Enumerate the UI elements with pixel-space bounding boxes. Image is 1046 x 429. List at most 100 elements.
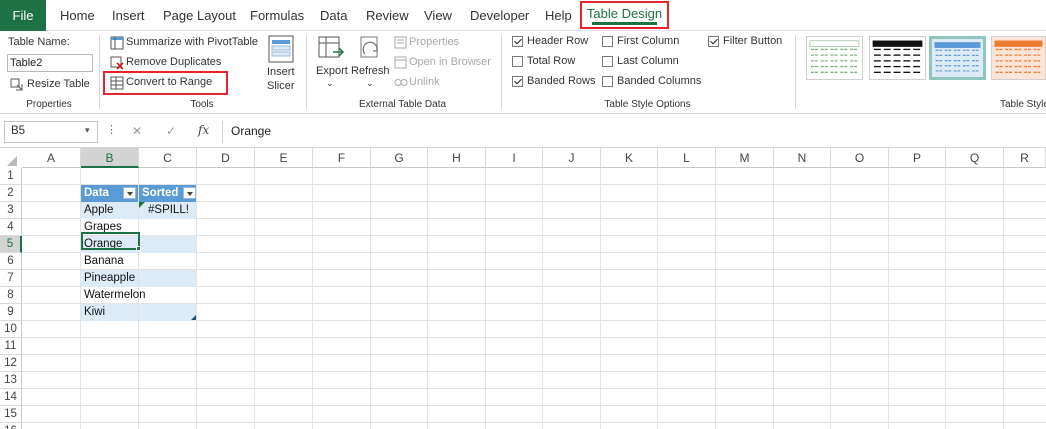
row-header-11[interactable]: 11 (0, 338, 22, 355)
row-header-8[interactable]: 8 (0, 287, 22, 304)
row-header-1[interactable]: 1 (0, 168, 22, 185)
row-header-4[interactable]: 4 (0, 219, 22, 236)
table-style-swatch-orange[interactable] (991, 36, 1046, 80)
summarize-pivottable-button[interactable]: Summarize with PivotTable (108, 34, 258, 52)
row-header-13[interactable]: 13 (0, 372, 22, 389)
table-cell-sorted[interactable] (139, 253, 196, 270)
open-in-browser-button[interactable]: Open in Browser (393, 54, 497, 72)
column-header-q[interactable]: Q (946, 148, 1004, 168)
column-header-c[interactable]: C (139, 148, 197, 168)
row-header-2[interactable]: 2 (0, 185, 22, 202)
unlink-icon (394, 79, 408, 86)
total-row-checkbox[interactable] (512, 56, 523, 67)
tab-data[interactable]: Data (320, 0, 347, 31)
chevron-down-icon[interactable]: ▾ (85, 125, 90, 136)
tab-help[interactable]: Help (545, 0, 572, 31)
table-header-sorted[interactable]: Sorted (139, 185, 196, 202)
table-cell-sorted[interactable] (139, 219, 196, 236)
banded-rows-checkbox[interactable] (512, 76, 523, 87)
column-header-p[interactable]: P (889, 148, 946, 168)
table-header-data[interactable]: Data (81, 185, 138, 202)
header-row-checkbox[interactable] (512, 36, 523, 47)
spill-error-cell[interactable]: #SPILL! (139, 202, 196, 219)
table-cell-sorted[interactable] (139, 236, 196, 253)
column-header-e[interactable]: E (255, 148, 313, 168)
column-header-h[interactable]: H (428, 148, 486, 168)
last-column-label: Last Column (617, 55, 679, 67)
more-options-icon[interactable]: ⋮ (106, 123, 117, 136)
table-cell-data[interactable]: Watermelon (81, 287, 146, 304)
column-header-k[interactable]: K (601, 148, 658, 168)
tab-formulas[interactable]: Formulas (250, 0, 304, 31)
column-header-f[interactable]: F (313, 148, 371, 168)
properties-button[interactable]: Properties (393, 34, 493, 52)
column-header-b[interactable]: B (81, 148, 139, 168)
last-column-checkbox[interactable] (602, 56, 613, 67)
table-cell-data[interactable]: Banana (81, 253, 138, 270)
gridline-horizontal (22, 405, 1046, 406)
refresh-button[interactable]: Refresh ⌄ (350, 34, 390, 92)
column-header-g[interactable]: G (371, 148, 428, 168)
column-header-o[interactable]: O (831, 148, 889, 168)
filter-button-checkbox[interactable] (708, 36, 719, 47)
tab-table-design[interactable]: Table Design (580, 1, 669, 29)
column-header-d[interactable]: D (197, 148, 255, 168)
table-style-swatch-dark[interactable] (869, 36, 926, 80)
row-header-5[interactable]: 5 (0, 236, 22, 253)
column-header-a[interactable]: A (22, 148, 81, 168)
column-header-i[interactable]: I (486, 148, 543, 168)
unlink-button[interactable]: Unlink (393, 74, 453, 92)
column-header-l[interactable]: L (658, 148, 716, 168)
table-name-input[interactable] (7, 54, 93, 72)
remove-duplicates-button[interactable]: Remove Duplicates (108, 54, 228, 72)
enter-icon[interactable]: ✓ (166, 124, 176, 138)
fill-handle[interactable] (136, 246, 141, 251)
tab-view[interactable]: View (424, 0, 452, 31)
filter-dropdown-icon[interactable] (123, 187, 136, 199)
row-header-3[interactable]: 3 (0, 202, 22, 219)
select-all-icon[interactable] (6, 155, 18, 167)
column-header-j[interactable]: J (543, 148, 601, 168)
table-resize-handle[interactable] (191, 315, 196, 320)
tab-home[interactable]: Home (60, 0, 95, 31)
row-header-15[interactable]: 15 (0, 406, 22, 423)
row-header-7[interactable]: 7 (0, 270, 22, 287)
table-cell-sorted[interactable] (139, 270, 196, 287)
row-header-10[interactable]: 10 (0, 321, 22, 338)
name-box[interactable]: B5 ▾ (4, 121, 98, 143)
tab-developer[interactable]: Developer (470, 0, 529, 31)
resize-table-button[interactable]: Resize Table (8, 76, 94, 93)
tab-review[interactable]: Review (366, 0, 409, 31)
insert-function-icon[interactable]: fx (198, 123, 209, 137)
cancel-icon[interactable]: ✕ (132, 124, 142, 138)
insert-slicer-button[interactable]: Insert Slicer (262, 34, 300, 94)
export-button[interactable]: Export ⌄ (313, 34, 349, 92)
table-cell-sorted[interactable] (139, 304, 196, 321)
table-cell-data[interactable]: Pineapple (81, 270, 138, 287)
error-indicator-icon[interactable] (139, 202, 145, 208)
table-cell-data[interactable]: Kiwi (81, 304, 138, 321)
gridline-vertical (485, 168, 486, 429)
table-style-swatch-blue[interactable] (929, 36, 986, 80)
tab-insert[interactable]: Insert (112, 0, 145, 31)
formula-input[interactable]: Orange (222, 121, 1046, 143)
first-column-checkbox[interactable] (602, 36, 613, 47)
row-header-12[interactable]: 12 (0, 355, 22, 372)
column-header-m[interactable]: M (716, 148, 774, 168)
table-cell-sorted[interactable] (139, 287, 196, 304)
row-header-9[interactable]: 9 (0, 304, 22, 321)
table-style-swatch-light-green[interactable] (806, 36, 863, 80)
column-header-r[interactable]: R (1004, 148, 1046, 168)
insert-slicer-label-line1: Insert (267, 66, 295, 78)
row-header-6[interactable]: 6 (0, 253, 22, 270)
table-cell-data[interactable]: Apple (81, 202, 138, 219)
tab-file[interactable]: File (0, 0, 46, 31)
worksheet-grid[interactable]: ABCDEFGHIJKLMNOPQR 1 2 3 4 5 6 7 8 9 10 11 12 13 14 15… (0, 148, 1046, 429)
tab-page-layout[interactable]: Page Layout (163, 0, 236, 31)
banded-columns-checkbox[interactable] (602, 76, 613, 87)
row-header-16[interactable]: 16 (0, 423, 22, 429)
gridline-horizontal (22, 422, 1046, 423)
row-header-14[interactable]: 14 (0, 389, 22, 406)
column-header-n[interactable]: N (774, 148, 831, 168)
filter-dropdown-icon[interactable] (183, 187, 196, 199)
